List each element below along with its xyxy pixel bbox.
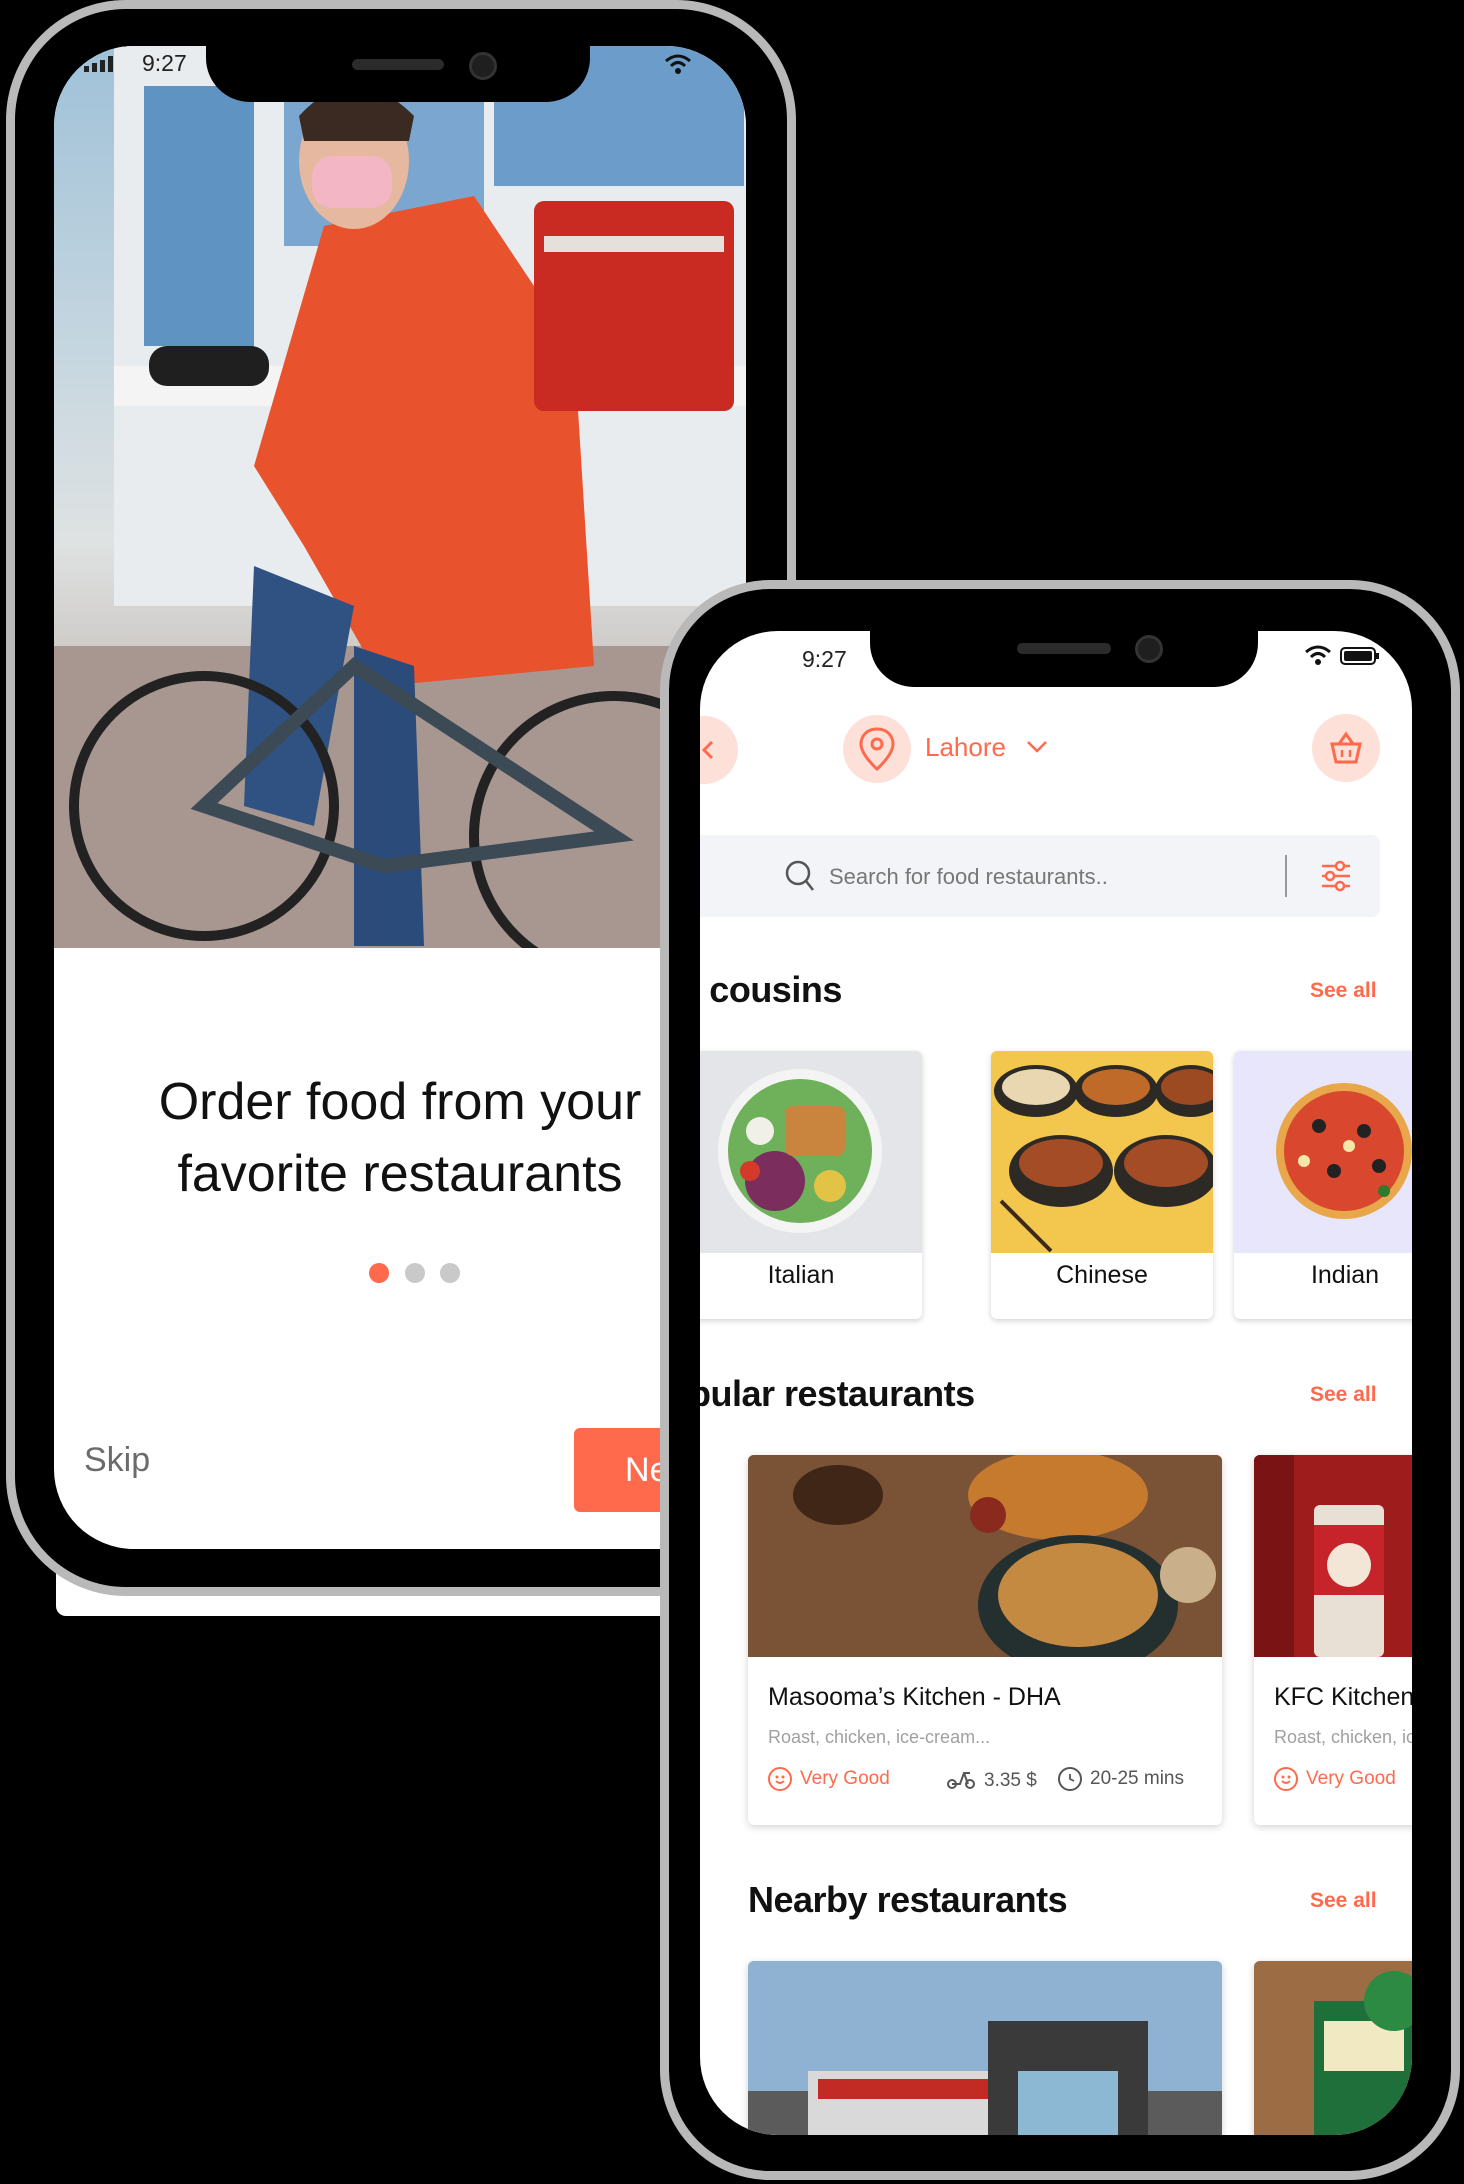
pager-dot-1[interactable] [369,1263,389,1283]
delivery-time-meta: 20-25 mins [1058,1767,1184,1791]
cuisine-label: Italian [767,1261,835,1289]
search-icon [784,859,814,898]
restaurant-food-image [748,1455,1222,1675]
restaurant-name: Masooma’s Kitchen - DHA [768,1683,1061,1711]
restaurant-card-kfc[interactable]: KFC Kitchen Roast, chicken, ice-cream...… [1254,1455,1412,1825]
restaurant-interior-image [1254,1961,1412,2135]
rating-meta: Very Good [1274,1767,1396,1791]
restaurant-name: KFC Kitchen [1274,1683,1412,1711]
rating-meta: Very Good [768,1767,890,1791]
skip-button[interactable]: Skip [84,1441,150,1480]
restaurant-card-masooma[interactable]: Masooma’s Kitchen - DHA Roast, chicken, … [748,1455,1222,1825]
search-input[interactable]: Search for food restaurants.. [829,864,1108,890]
cuisine-label: Indian [1310,1261,1380,1289]
popular-see-all-link[interactable]: See all [1310,1383,1377,1407]
front-camera [469,52,497,80]
location-label[interactable]: Lahore [925,732,1006,763]
cuisines-see-all-link[interactable]: See all [1310,979,1377,1003]
status-time: 9:27 [802,646,847,672]
smiley-icon [1274,1767,1298,1791]
onboarding-screen: 9:27 Order food from your favorite resta… [54,46,746,1549]
smiley-icon [768,1767,792,1791]
nearby-see-all-link[interactable]: See all [1310,1889,1377,1913]
indian-food-image [1234,1051,1412,1253]
chevron-down-icon[interactable] [1025,739,1049,760]
back-button[interactable] [700,716,738,784]
cuisine-card-chinese[interactable]: Chinese [991,1051,1213,1319]
battery-icon [1340,647,1380,670]
notch [206,46,590,102]
rating-text: Very Good [800,1768,890,1789]
nearby-card-subway[interactable] [1254,1961,1412,2135]
delivery-time-text: 20-25 mins [1090,1768,1184,1789]
cuisine-card-italian[interactable]: Italian [700,1051,922,1319]
scooter-icon [946,1767,976,1795]
restaurant-tags: Roast, chicken, ice-cream... [1274,1727,1412,1747]
delivery-rider-photo [54,46,746,948]
restaurant-building-image [748,1961,1222,2135]
delivery-fee-meta: 3.35 $ [946,1767,1037,1795]
popular-section-title: Popular restaurants [700,1373,975,1414]
pager-dot-3[interactable] [440,1263,460,1283]
wifi-icon [1304,645,1332,670]
nearby-card-mcdonalds[interactable] [748,1961,1222,2135]
speaker [352,59,444,70]
location-pin-icon[interactable] [843,715,911,783]
pager-dot-2[interactable] [405,1263,425,1283]
chinese-food-image [991,1051,1213,1253]
rating-text: Very Good [1306,1768,1396,1789]
filter-icon[interactable] [1320,859,1352,898]
wifi-icon [664,54,692,79]
front-camera [1135,635,1163,663]
status-time: 9:27 [142,50,187,76]
signal-icon [84,56,116,77]
cuisines-section-title: Top cousins [700,969,842,1010]
restaurant-food-image [1254,1455,1412,1657]
cuisine-card-indian[interactable]: Indian [1234,1051,1412,1319]
cuisine-label: Chinese [1056,1261,1148,1289]
italian-food-image [700,1051,922,1253]
notch [870,631,1258,687]
onboarding-title: Order food from your favorite restaurant… [158,1073,642,1203]
search-divider [1285,855,1287,897]
restaurant-tags: Roast, chicken, ice-cream... [768,1727,991,1747]
delivery-fee-text: 3.35 $ [984,1770,1037,1791]
basket-icon[interactable] [1312,714,1380,782]
nearby-section-title: Nearby restaurants [748,1879,1068,1920]
home-screen: 9:27 Lahore Search for food restaurants.… [700,631,1412,2135]
speaker [1017,643,1111,654]
clock-icon [1058,1767,1082,1791]
